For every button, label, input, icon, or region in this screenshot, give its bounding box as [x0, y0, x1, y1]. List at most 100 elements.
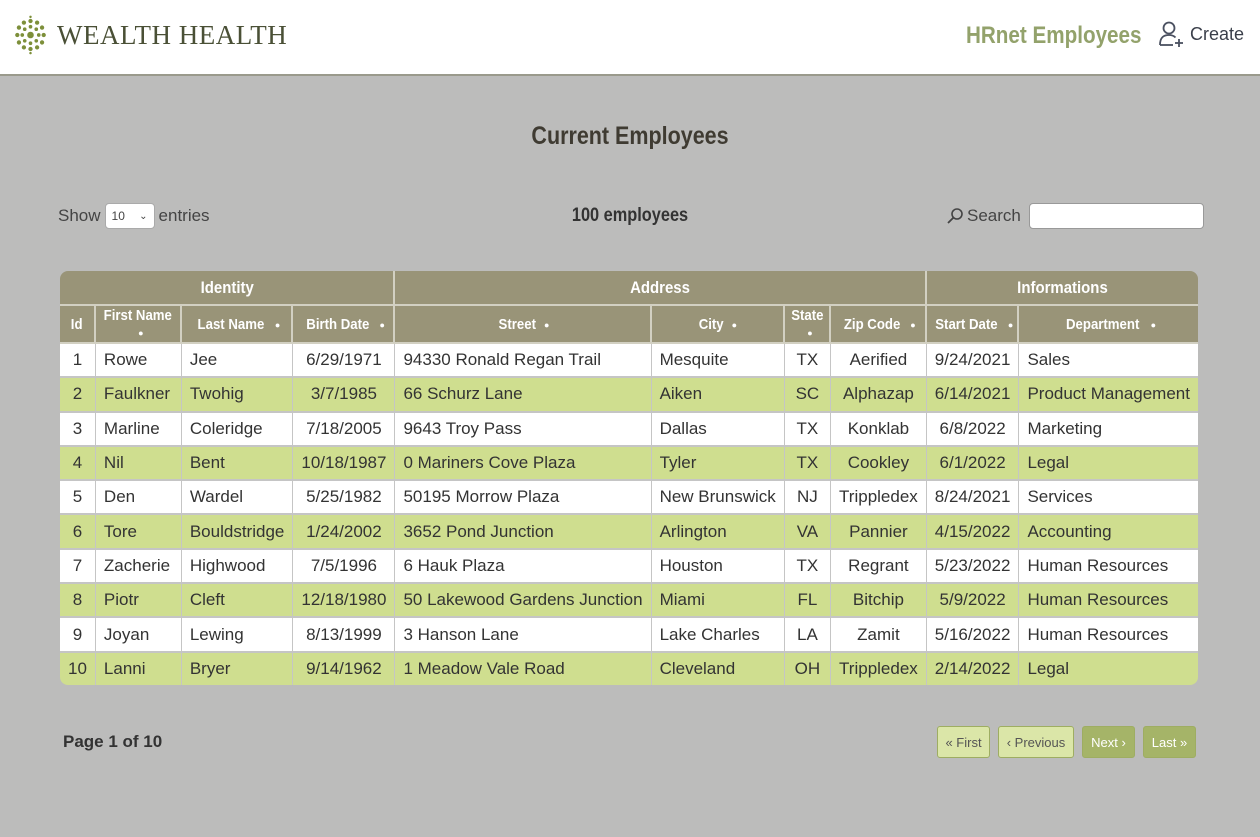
sunburst-logo-icon: [15, 15, 46, 55]
table-cell: 3: [60, 412, 96, 447]
table-row: 8 Piotr Cleft 12/18/1980 50 Lakewood Gardens…: [60, 584, 1198, 619]
table-cell: Alphazap: [831, 378, 927, 413]
col-last-name[interactable]: Last Name ●: [181, 306, 294, 344]
table-row: 3 Marline Coleridge 7/18/2005 9643 Troy Pass…: [60, 412, 1198, 447]
table-cell: Jee: [181, 344, 294, 379]
table-cell: 1 Meadow Vale Road: [395, 652, 652, 685]
table-row: 10 Lanni Bryer 9/14/1962 1 Meadow Vale Road C…: [60, 652, 1198, 685]
table-cell: 9643 Troy Pass: [395, 412, 652, 447]
table-row: 4 Nil Bent 10/18/1987 0 Mariners Cove Plaza T…: [60, 446, 1198, 482]
col-birth-date[interactable]: Birth Date ●: [293, 306, 396, 344]
table-cell: 50 Lakewood Gardens Junction: [395, 584, 652, 619]
table-cell: Joyan: [95, 618, 182, 653]
table-cell: 9/14/1962: [293, 652, 396, 685]
logo[interactable]: WEALTH HEALTH: [14, 14, 287, 56]
table-cell: Nil: [95, 446, 182, 482]
table-cell: Aerified: [831, 344, 927, 379]
table-cell: Tyler: [651, 446, 785, 482]
table-cell: Piotr: [95, 584, 182, 619]
table-cell: 6/1/2022: [926, 446, 1020, 482]
create-label: Create: [1190, 23, 1245, 44]
table-cell: Pannier: [831, 515, 927, 550]
sort-icon: ●: [138, 328, 144, 339]
table-cell: 7/18/2005: [293, 412, 396, 447]
col-id[interactable]: Id: [60, 306, 96, 344]
sort-icon: ●: [807, 328, 813, 339]
table-cell: 9: [60, 618, 96, 653]
col-street[interactable]: Street ●: [395, 306, 652, 344]
sort-icon: ●: [731, 319, 738, 330]
table-cell: 5/9/2022: [926, 584, 1020, 619]
table-cell: Cleveland: [651, 652, 785, 685]
previous-page-button[interactable]: ‹ Previous: [998, 726, 1074, 758]
table-cell: Legal: [1019, 652, 1198, 685]
group-informations: Informations: [926, 271, 1198, 306]
table-cell: Den: [95, 481, 182, 516]
table-cell: Trippledex: [831, 652, 927, 685]
table-cell: Houston: [651, 549, 785, 585]
table-cell: 94330 Ronald Regan Trail: [395, 344, 652, 379]
table-cell: Dallas: [651, 412, 785, 447]
table-cell: 7: [60, 549, 96, 585]
table-cell: 4/15/2022: [926, 515, 1020, 550]
table-cell: 1: [60, 344, 96, 379]
table-cell: Marline: [95, 412, 182, 447]
add-user-icon: [1159, 21, 1183, 47]
table-cell: TX: [784, 549, 832, 585]
table-cell: Mesquite: [651, 344, 785, 379]
table-cell: NJ: [784, 481, 832, 516]
table-cell: 3 Hanson Lane: [395, 618, 652, 653]
table-cell: 5/16/2022: [926, 618, 1020, 653]
table-cell: 2/14/2022: [926, 652, 1020, 685]
table-cell: Legal: [1019, 446, 1198, 482]
table-cell: Human Resources: [1019, 618, 1198, 653]
col-start-date[interactable]: Start Date ●: [926, 306, 1020, 344]
table-cell: 6: [60, 515, 96, 550]
table-cell: Lake Charles: [651, 618, 785, 653]
table-cell: 5/25/1982: [293, 481, 396, 516]
table-cell: 66 Schurz Lane: [395, 378, 652, 413]
table-cell: Lanni: [95, 652, 182, 685]
table-cell: Services: [1019, 481, 1198, 516]
table-row: 5 Den Wardel 5/25/1982 50195 Morrow Plaza New…: [60, 481, 1198, 516]
table-row: 7 Zacherie Highwood 7/5/1996 6 Hauk Plaza Hou…: [60, 549, 1198, 585]
table-cell: Zamit: [831, 618, 927, 653]
page-title: Current Employees: [531, 122, 729, 150]
table-cell: 3/7/1985: [293, 378, 396, 413]
search-label: Search: [967, 206, 1021, 225]
col-state[interactable]: State●: [784, 306, 832, 344]
group-identity: Identity: [60, 271, 396, 306]
page-info: Page 1 of 10: [63, 732, 163, 751]
col-zip-code[interactable]: Zip Code ●: [831, 306, 927, 344]
table-cell: Faulkner: [95, 378, 182, 413]
table-cell: 50195 Morrow Plaza: [395, 481, 652, 516]
col-first-name[interactable]: First Name●: [95, 306, 182, 344]
sort-icon: ●: [910, 319, 916, 330]
next-page-button[interactable]: Next ›: [1082, 726, 1135, 758]
table-cell: TX: [784, 446, 832, 482]
create-link[interactable]: Create: [1158, 20, 1244, 48]
table-cell: Rowe: [95, 344, 182, 379]
table-cell: Bryer: [181, 652, 294, 685]
table-cell: 8/13/1999: [293, 618, 396, 653]
first-page-button[interactable]: « First: [937, 726, 990, 758]
col-city[interactable]: City ●: [651, 306, 785, 344]
table-cell: 12/18/1980: [293, 584, 396, 619]
table-cell: Lewing: [181, 618, 294, 653]
table-cell: Arlington: [651, 515, 785, 550]
search-input[interactable]: [1028, 203, 1204, 229]
table-cell: Konklab: [831, 412, 927, 447]
group-address: Address: [395, 271, 927, 306]
table-cell: Aiken: [651, 378, 785, 413]
table-cell: 8: [60, 584, 96, 619]
last-page-button[interactable]: Last »: [1143, 726, 1196, 758]
search-icon: [947, 208, 963, 224]
table-cell: TX: [784, 412, 832, 447]
table-cell: 7/5/1996: [293, 549, 396, 585]
table-cell: 6/29/1971: [293, 344, 396, 379]
top-header: WEALTH HEALTH HRnet Employees Create: [0, 0, 1260, 76]
table-cell: New Brunswick: [651, 481, 785, 516]
table-cell: Accounting: [1019, 515, 1198, 550]
table-cell: Regrant: [831, 549, 927, 585]
col-department[interactable]: Department ●: [1019, 306, 1198, 344]
